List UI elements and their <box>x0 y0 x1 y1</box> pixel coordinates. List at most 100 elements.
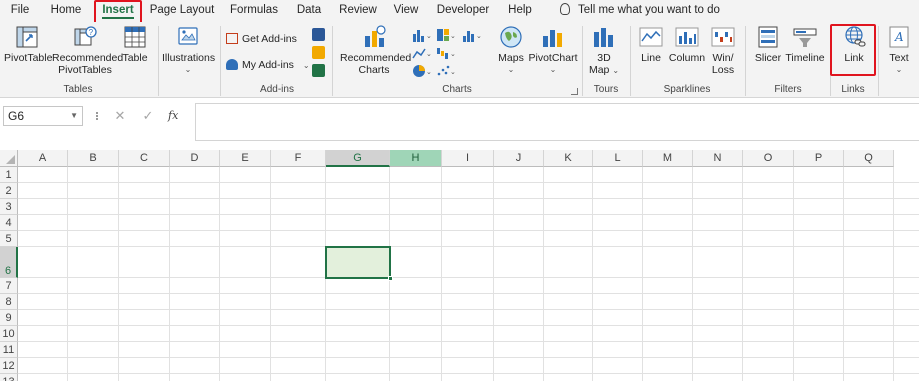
waterfall-chart-icon[interactable]: ⌄ <box>436 46 458 60</box>
tab-data[interactable]: Data <box>290 0 328 22</box>
formula-input[interactable] <box>195 103 919 141</box>
pivotchart-label: PivotChart <box>528 52 578 64</box>
column-chart-icon[interactable]: ⌄ <box>412 28 434 42</box>
pivottable-icon <box>14 24 40 50</box>
row-header-4[interactable]: 4 <box>0 215 18 231</box>
row-header-10[interactable]: 10 <box>0 326 18 342</box>
charts-dialog-launcher-icon[interactable] <box>571 88 578 95</box>
pie-chart-icon[interactable]: ⌄ <box>412 64 434 78</box>
sparkline-column-button[interactable]: Column <box>668 24 706 64</box>
line-chart-icon[interactable]: ⌄ <box>412 46 434 60</box>
column-header-g[interactable]: G <box>326 150 390 167</box>
ribbon-insert: PivotTable ? Recommended PivotTables Tab… <box>0 22 919 98</box>
row-header-9[interactable]: 9 <box>0 310 18 326</box>
recommended-pivottables-icon: ? <box>72 24 98 50</box>
illustrations-button[interactable]: Illustrations ⌄ <box>162 24 215 76</box>
column-header-d[interactable]: D <box>170 150 220 167</box>
get-addins-button[interactable]: Get Add-ins <box>226 32 297 46</box>
row-header-7[interactable]: 7 <box>0 278 18 294</box>
row-header-1[interactable]: 1 <box>0 167 18 183</box>
row-header-12[interactable]: 12 <box>0 358 18 374</box>
slicer-button[interactable]: Slicer <box>752 24 784 64</box>
gridline-horizontal <box>18 182 919 183</box>
column-header-e[interactable]: E <box>220 150 271 167</box>
row-header-6[interactable]: 6 <box>0 247 18 278</box>
gridline-horizontal <box>18 325 919 326</box>
enter-icon[interactable]: ✓ <box>138 106 158 126</box>
column-header-i[interactable]: I <box>442 150 494 167</box>
select-all-button[interactable] <box>0 150 18 167</box>
column-header-b[interactable]: B <box>68 150 119 167</box>
tab-developer[interactable]: Developer <box>432 0 494 22</box>
column-header-c[interactable]: C <box>119 150 170 167</box>
recommended-pivottables-button[interactable]: ? Recommended PivotTables <box>52 24 123 76</box>
chevron-down-icon: ⌄ <box>895 65 903 74</box>
gridline-vertical <box>493 167 494 381</box>
column-header-q[interactable]: Q <box>844 150 894 167</box>
tab-view[interactable]: View <box>388 0 424 22</box>
column-header-n[interactable]: N <box>693 150 743 167</box>
scatter-chart-icon[interactable]: ⌄ <box>436 64 458 78</box>
svg-text:⌄: ⌄ <box>476 33 482 40</box>
name-box[interactable]: G6 ▼ <box>3 106 83 126</box>
gridline-vertical <box>543 167 544 381</box>
row-header-2[interactable]: 2 <box>0 183 18 199</box>
get-addins-label: Get Add-ins <box>242 33 297 45</box>
my-addins-button[interactable]: My Add-ins ⌄ <box>226 58 310 73</box>
people-graph-icon[interactable] <box>312 64 325 77</box>
sparkline-winloss-button[interactable]: Win/ Loss <box>708 24 738 76</box>
recommended-pivottables-label-2: PivotTables <box>58 64 112 76</box>
active-cell[interactable] <box>325 246 393 281</box>
svg-text:⌄: ⌄ <box>426 33 432 40</box>
sparkline-line-button[interactable]: Line <box>636 24 666 64</box>
column-header-m[interactable]: M <box>643 150 693 167</box>
bing-icon[interactable] <box>312 46 325 59</box>
gridline-horizontal <box>18 341 919 342</box>
group-label-sparklines: Sparklines <box>663 84 711 95</box>
gridline-horizontal <box>18 198 919 199</box>
hierarchy-chart-icon[interactable]: ⌄ <box>436 28 458 42</box>
tab-formulas[interactable]: Formulas <box>226 0 282 22</box>
pivottable-button[interactable]: PivotTable <box>4 24 52 64</box>
row-header-3[interactable]: 3 <box>0 199 18 215</box>
table-button[interactable]: Table <box>120 24 150 64</box>
text-button[interactable]: A Text ⌄ <box>882 24 916 76</box>
column-header-a[interactable]: A <box>18 150 68 167</box>
column-header-j[interactable]: J <box>494 150 544 167</box>
gridline-vertical <box>67 167 68 381</box>
row-header-11[interactable]: 11 <box>0 342 18 358</box>
tell-me-search[interactable]: Tell me what you want to do <box>560 0 720 22</box>
recommended-charts-icon <box>361 24 387 50</box>
insert-function-icon[interactable]: fx <box>168 106 178 126</box>
visio-icon[interactable] <box>312 28 325 41</box>
column-header-o[interactable]: O <box>743 150 794 167</box>
gridline-vertical <box>441 167 442 381</box>
column-header-f[interactable]: F <box>271 150 326 167</box>
column-header-l[interactable]: L <box>593 150 643 167</box>
timeline-button[interactable]: Timeline <box>784 24 826 64</box>
column-header-h[interactable]: H <box>390 150 442 167</box>
row-header-8[interactable]: 8 <box>0 294 18 310</box>
tab-review[interactable]: Review <box>336 0 380 22</box>
column-header-p[interactable]: P <box>794 150 844 167</box>
fill-handle[interactable] <box>388 276 393 281</box>
cancel-icon[interactable]: ✕ <box>110 106 130 126</box>
row-header-13[interactable]: 13 <box>0 374 18 381</box>
tab-page-layout[interactable]: Page Layout <box>148 0 216 22</box>
group-separator <box>745 26 746 96</box>
gridline-vertical <box>118 167 119 381</box>
tab-help[interactable]: Help <box>502 0 538 22</box>
tab-file[interactable]: File <box>2 0 38 22</box>
column-header-k[interactable]: K <box>544 150 593 167</box>
recommended-charts-button[interactable]: Recommended Charts <box>340 24 411 76</box>
maps-button[interactable]: Maps ⌄ <box>494 24 528 76</box>
3d-map-button[interactable]: 3D Map ⌄ <box>586 24 622 77</box>
chevron-down-icon[interactable]: ▼ <box>70 107 78 125</box>
svg-text:?: ? <box>89 28 94 37</box>
group-separator <box>878 26 879 96</box>
row-header-5[interactable]: 5 <box>0 231 18 247</box>
pivotchart-button[interactable]: PivotChart ⌄ <box>528 24 578 76</box>
svg-text:⌄: ⌄ <box>450 69 456 76</box>
tab-home[interactable]: Home <box>44 0 88 22</box>
statistic-chart-icon[interactable]: ⌄ <box>462 28 484 42</box>
